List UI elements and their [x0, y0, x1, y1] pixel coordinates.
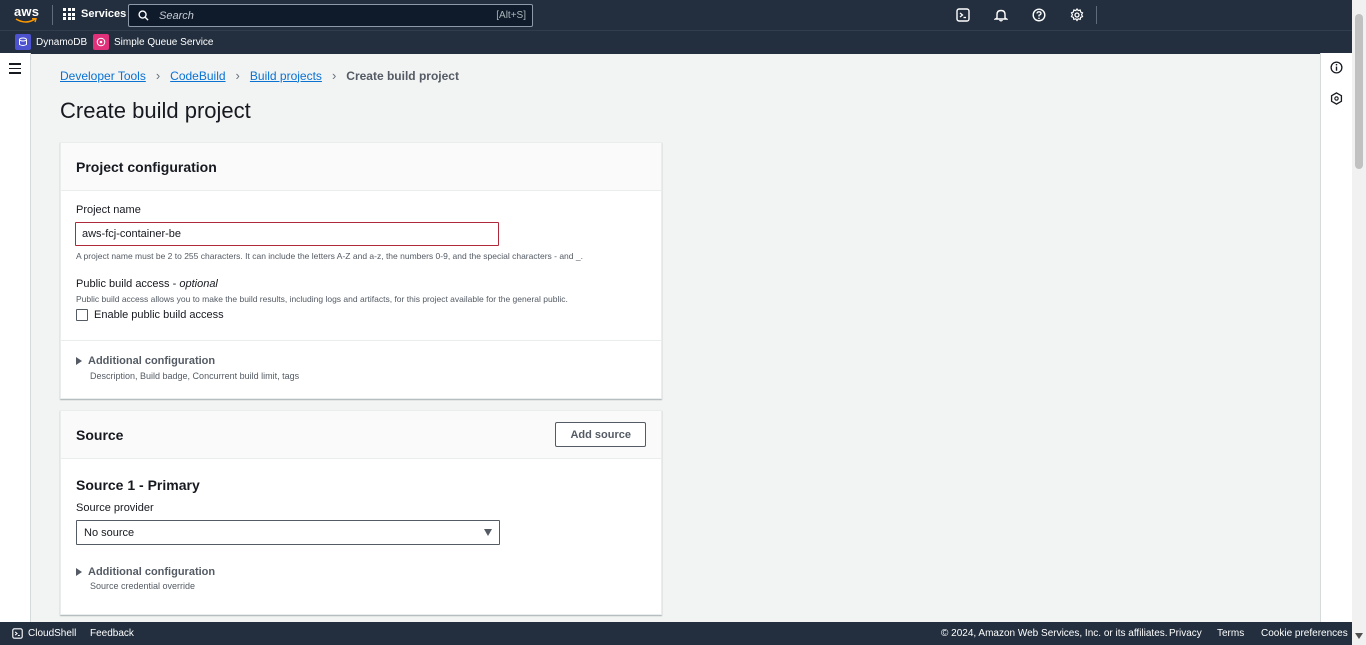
- breadcrumb-current: Create build project: [346, 68, 459, 83]
- copyright-text: © 2024, Amazon Web Services, Inc. or its…: [941, 628, 1168, 639]
- breadcrumb: Developer Tools › CodeBuild › Build proj…: [60, 68, 459, 83]
- checkbox-box[interactable]: [76, 309, 88, 321]
- caret-right-icon: [76, 357, 82, 365]
- caret-down-icon: [484, 529, 492, 536]
- chevron-right-icon: ›: [331, 68, 337, 83]
- hexagon-tools-icon[interactable]: [1330, 92, 1343, 105]
- services-menu-button[interactable]: Services: [63, 8, 126, 20]
- notifications-bell-icon[interactable]: [994, 8, 1008, 22]
- additional-configuration-expander[interactable]: Additional configuration: [76, 355, 215, 367]
- breadcrumb-build-projects[interactable]: Build projects: [250, 69, 322, 83]
- chevron-right-icon: ›: [235, 68, 240, 83]
- caret-right-icon: [76, 568, 82, 576]
- footer: CloudShell Feedback © 2024, Amazon Web S…: [0, 622, 1352, 645]
- additional-configuration-title: Additional configuration: [88, 355, 216, 367]
- favorite-sqs-label: Simple Queue Service: [114, 36, 214, 48]
- cookie-preferences-link[interactable]: Cookie preferences: [1261, 628, 1348, 639]
- source-title: Source: [76, 426, 124, 443]
- cloudshell-button[interactable]: CloudShell: [12, 628, 76, 639]
- scroll-down-arrow-icon[interactable]: [1355, 633, 1363, 639]
- source-provider-select[interactable]: No source: [76, 520, 500, 545]
- privacy-link[interactable]: Privacy: [1169, 628, 1202, 639]
- project-configuration-panel: Project configuration Project name A pro…: [60, 142, 662, 399]
- menu-hamburger-icon[interactable]: [9, 63, 21, 77]
- source-additional-configuration-desc: Source credential override: [90, 581, 196, 591]
- grid-icon: [63, 8, 75, 20]
- info-icon[interactable]: [1330, 61, 1343, 74]
- project-name-label: Project name: [76, 204, 141, 216]
- search-bar[interactable]: [Alt+S]: [128, 4, 533, 27]
- terms-link[interactable]: Terms: [1217, 628, 1244, 639]
- search-input[interactable]: [157, 8, 497, 23]
- project-configuration-title: Project configuration: [76, 158, 217, 175]
- page-scrollbar[interactable]: [1352, 0, 1366, 645]
- source-provider-label: Source provider: [76, 502, 154, 514]
- cloudshell-label: CloudShell: [28, 628, 77, 639]
- source-header: Source Add source: [61, 411, 661, 459]
- source-panel: Source Add source Source 1 - Primary Sou…: [60, 410, 662, 615]
- public-build-access-hint: Public build access allows you to make t…: [76, 294, 568, 304]
- favorite-sqs[interactable]: Simple Queue Service: [93, 34, 214, 50]
- nav-separator: [52, 5, 53, 25]
- project-name-input[interactable]: [75, 222, 499, 246]
- scrollbar-thumb[interactable]: [1355, 14, 1363, 169]
- aws-logo[interactable]: aws: [14, 4, 40, 26]
- favorite-dynamodb[interactable]: DynamoDB: [15, 34, 87, 50]
- feedback-link[interactable]: Feedback: [90, 628, 134, 639]
- breadcrumb-codebuild[interactable]: CodeBuild: [170, 69, 225, 83]
- checkbox-label: Enable public build access: [94, 309, 224, 321]
- search-icon: [138, 10, 149, 21]
- enable-public-build-access-checkbox[interactable]: Enable public build access: [76, 309, 224, 321]
- public-build-access-label-text: Public build access -: [76, 278, 177, 290]
- optional-tag: optional: [179, 278, 218, 290]
- search-shortcut: [Alt+S]: [496, 10, 526, 21]
- source-additional-configuration-expander[interactable]: Additional configuration: [76, 566, 215, 578]
- source-additional-configuration-title: Additional configuration: [88, 566, 216, 578]
- project-configuration-header: Project configuration: [61, 143, 661, 191]
- services-label: Services: [81, 8, 127, 20]
- nav-separator-right: [1096, 6, 1097, 24]
- top-navigation: aws Services [Alt+S]: [0, 0, 1352, 30]
- aws-logo-text: aws: [14, 4, 40, 19]
- source-primary-title: Source 1 - Primary: [76, 477, 200, 493]
- left-navigation-strip: [0, 53, 31, 622]
- favorite-dynamodb-label: DynamoDB: [36, 36, 88, 48]
- public-build-access-label: Public build access - optional: [76, 278, 218, 290]
- panel-divider: [61, 340, 661, 341]
- additional-configuration-desc: Description, Build badge, Concurrent bui…: [90, 371, 300, 381]
- dynamodb-icon: [15, 34, 31, 50]
- cloudshell-icon[interactable]: [956, 8, 970, 22]
- sqs-icon: [93, 34, 109, 50]
- favorites-bar: DynamoDB Simple Queue Service: [0, 30, 1352, 54]
- chevron-right-icon: ›: [155, 68, 161, 83]
- settings-gear-icon[interactable]: [1070, 8, 1084, 22]
- project-name-hint: A project name must be 2 to 255 characte…: [76, 251, 583, 261]
- page-title: Create build project: [60, 98, 251, 123]
- cloudshell-footer-icon: [12, 628, 23, 639]
- source-provider-value: No source: [84, 526, 135, 539]
- add-source-button[interactable]: Add source: [555, 422, 646, 447]
- help-icon[interactable]: [1032, 8, 1046, 22]
- right-tools-strip: [1320, 53, 1353, 622]
- breadcrumb-developer-tools[interactable]: Developer Tools: [60, 69, 146, 83]
